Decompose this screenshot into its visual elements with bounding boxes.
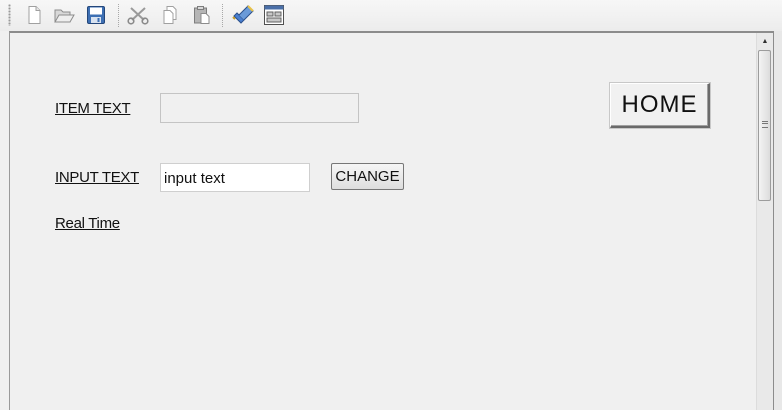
paste-icon <box>194 6 210 24</box>
change-button[interactable]: CHANGE <box>331 163 404 190</box>
paste-button[interactable] <box>190 3 214 27</box>
item-text-label: ITEM TEXT <box>55 100 131 117</box>
open-folder-icon <box>54 9 75 23</box>
window-right-edge <box>773 31 782 410</box>
save-disk-icon <box>87 6 105 24</box>
edit-brush-icon <box>232 5 254 24</box>
open-button[interactable] <box>52 3 76 27</box>
window-layout-icon <box>264 5 284 25</box>
item-text-field[interactable] <box>160 93 359 123</box>
save-button[interactable] <box>84 3 108 27</box>
cut-button[interactable] <box>126 3 150 27</box>
vertical-scrollbar[interactable]: ▲ <box>756 33 773 410</box>
scrollbar-grip-icon <box>762 121 768 128</box>
input-text-field[interactable] <box>160 163 310 192</box>
new-document-button[interactable] <box>22 3 46 27</box>
toolbar <box>0 0 782 31</box>
scroll-up-arrow-icon[interactable]: ▲ <box>757 33 773 49</box>
copy-button[interactable] <box>158 3 182 27</box>
toolbar-separator <box>222 4 224 27</box>
edit-button[interactable] <box>231 3 255 27</box>
new-document-icon <box>28 6 41 24</box>
home-button[interactable]: HOME <box>610 83 710 128</box>
toolbar-grip[interactable] <box>8 4 11 26</box>
window-left-edge <box>0 31 9 410</box>
layout-button[interactable] <box>262 3 286 27</box>
cut-scissors-icon <box>127 7 149 25</box>
input-text-label: INPUT TEXT <box>55 169 139 186</box>
real-time-label: Real Time <box>55 215 120 232</box>
copy-icon <box>163 6 177 24</box>
scrollbar-thumb[interactable] <box>758 50 771 201</box>
toolbar-separator <box>118 4 120 27</box>
